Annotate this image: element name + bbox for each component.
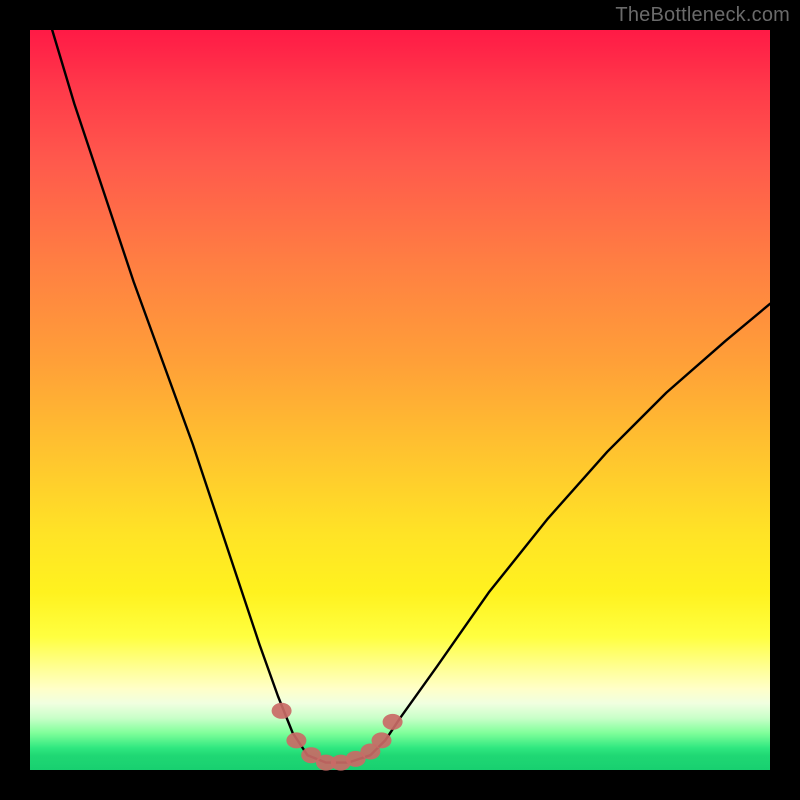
watermark-text: TheBottleneck.com <box>615 4 790 27</box>
bottleneck-curve <box>52 30 770 763</box>
chart-svg <box>30 30 770 770</box>
floor-dot <box>372 732 392 748</box>
floor-dot <box>383 714 403 730</box>
floor-dot <box>286 732 306 748</box>
outer-frame: TheBottleneck.com <box>0 0 800 800</box>
bottleneck-curve-path <box>52 30 770 763</box>
floor-dots <box>272 703 403 771</box>
floor-dot <box>272 703 292 719</box>
plot-area <box>30 30 770 770</box>
